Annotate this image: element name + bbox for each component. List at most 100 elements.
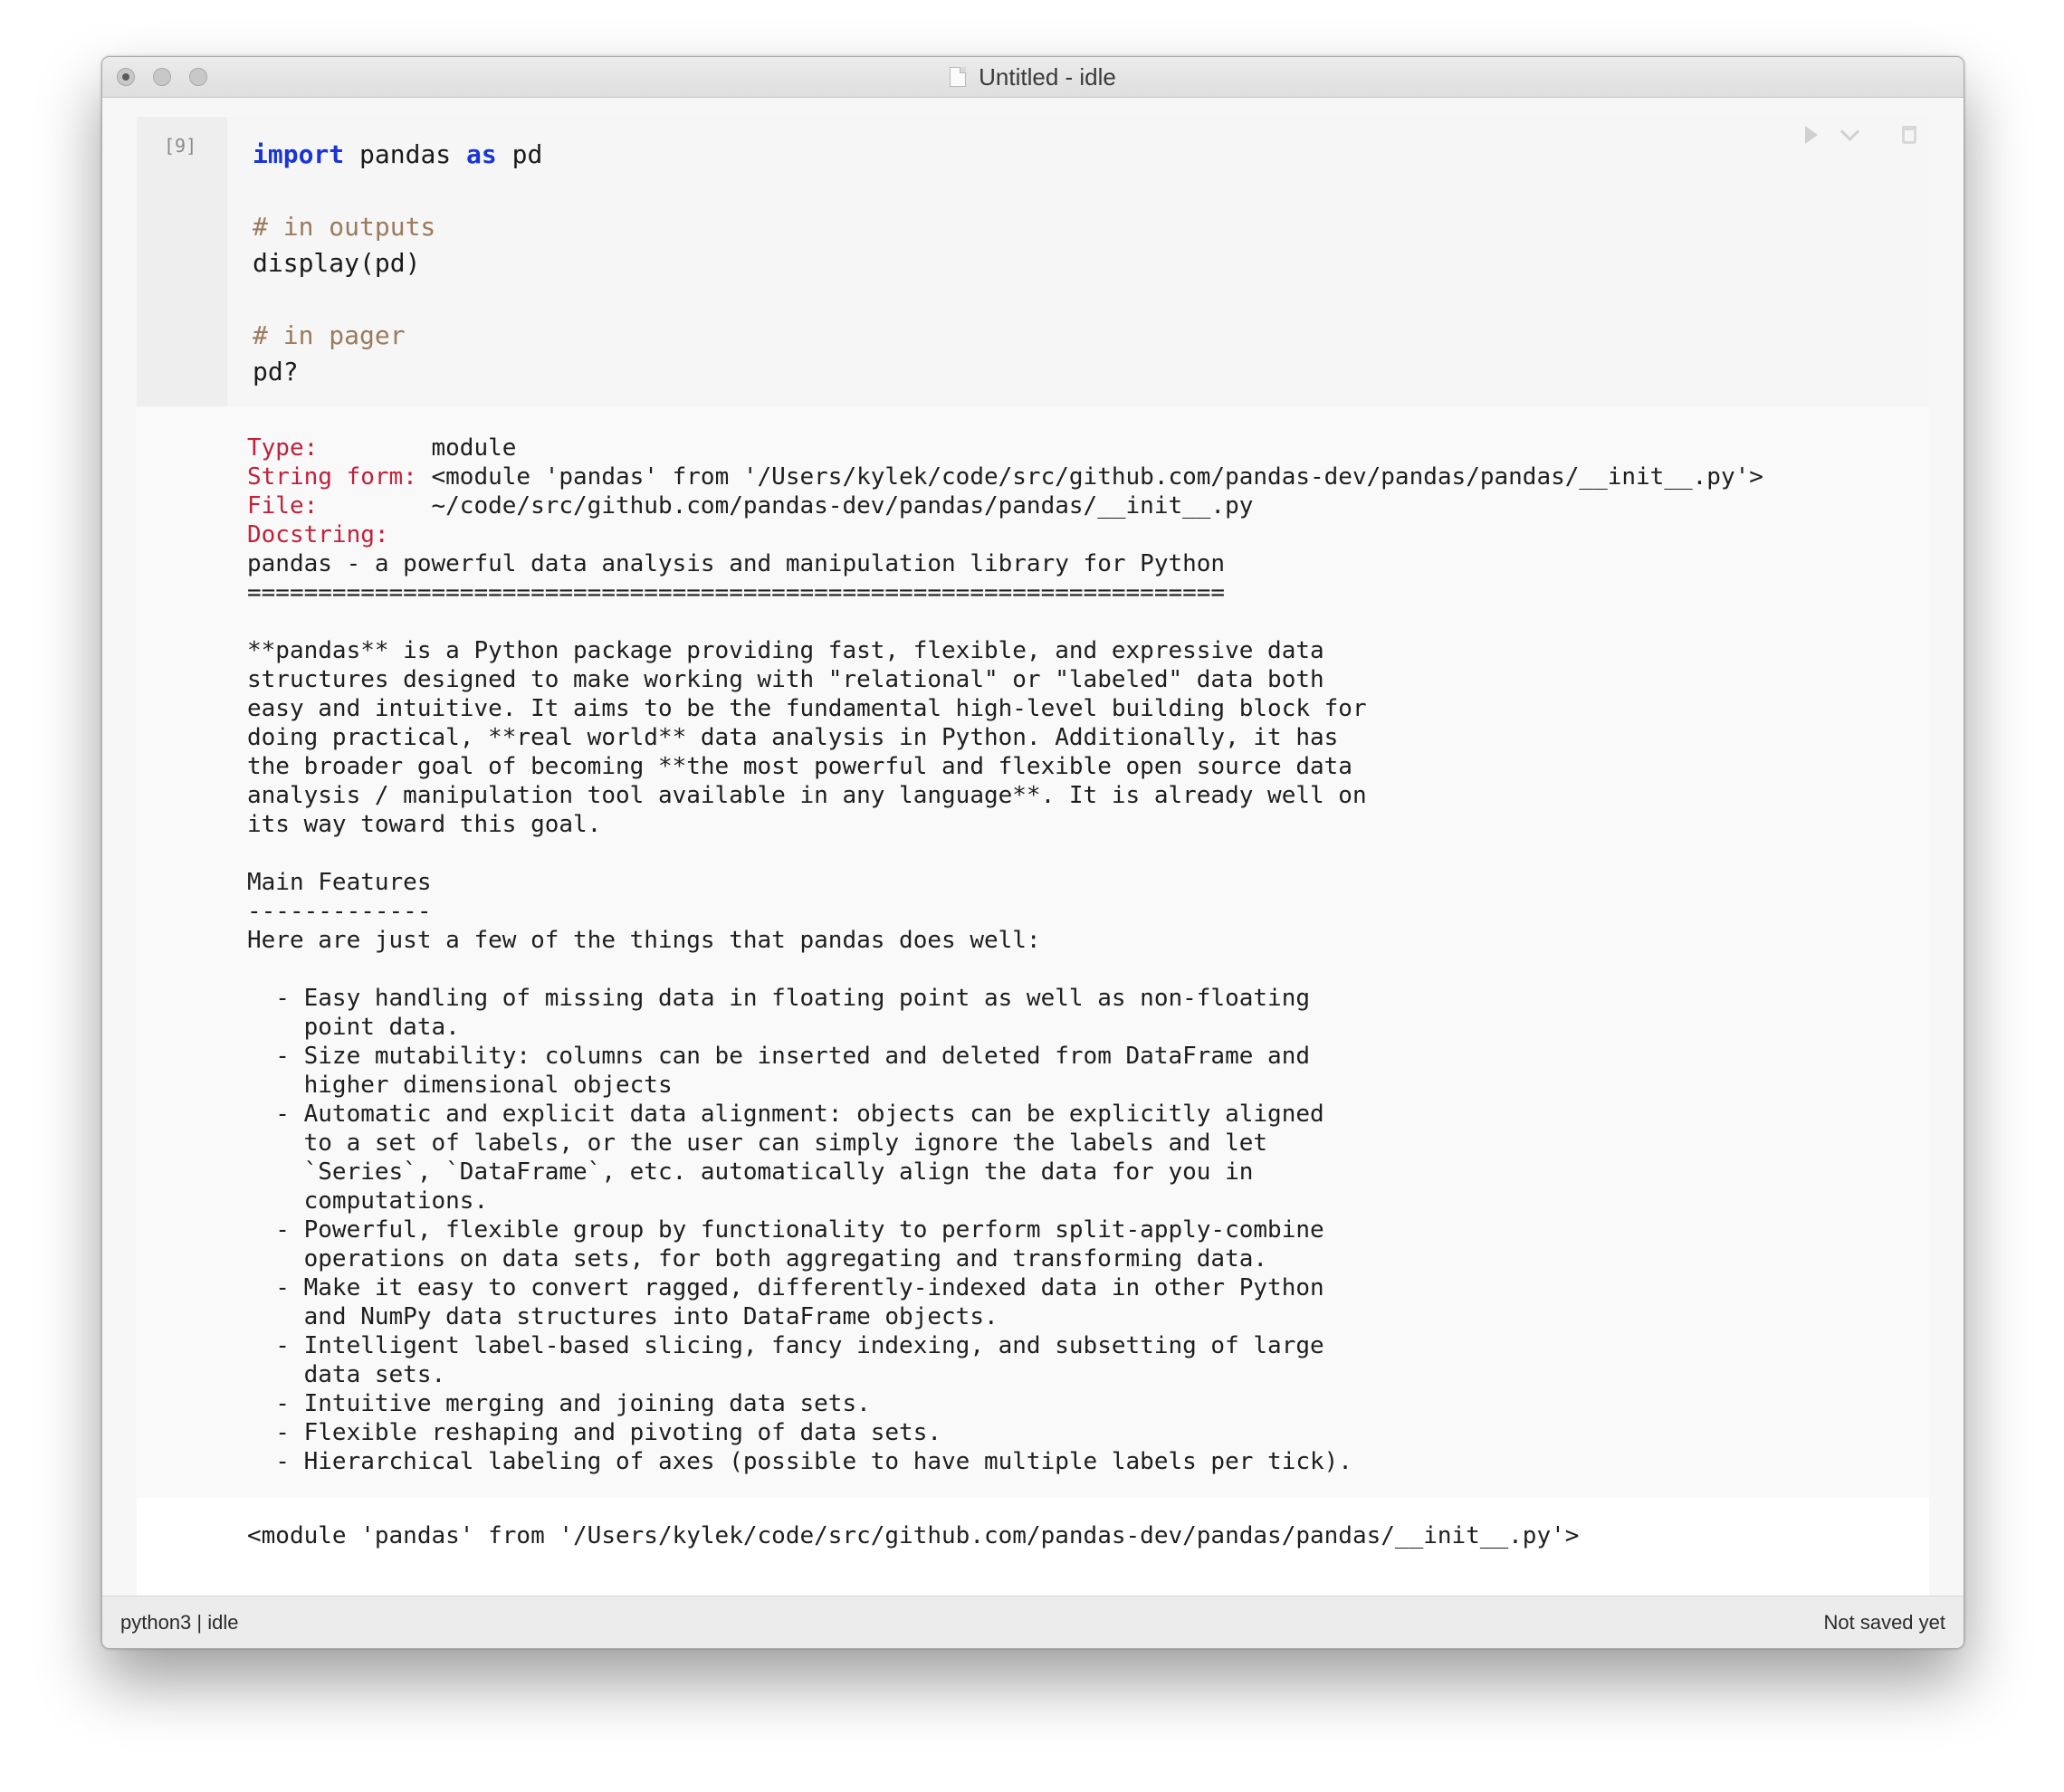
code-editor[interactable]: import pandas as pd # in outputs display(p… (227, 117, 1929, 406)
cell-prompt-gutter: [9] (137, 117, 227, 406)
pager-line: structures designed to make working with… (247, 665, 1763, 694)
pager-line-token: String form: (247, 463, 417, 491)
code-line-token: import (253, 139, 345, 169)
kernel-status: python3 | idle (120, 1611, 239, 1634)
pager-line-token: the broader goal of becoming **the most … (247, 753, 1352, 780)
pager-line: ------------- (247, 897, 1763, 926)
pager-line: - Flexible reshaping and pivoting of dat… (247, 1418, 1763, 1447)
pager-line-token: - Easy handling of missing data in float… (247, 985, 1310, 1012)
pager-line-token: structures designed to make working with… (247, 666, 1324, 693)
pager-line-token: Main Features (247, 869, 432, 896)
pager-line-token: - Powerful, flexible group by functional… (247, 1216, 1324, 1244)
trash-icon[interactable] (1902, 126, 1916, 144)
pager-line: - Intelligent label-based slicing, fancy… (247, 1331, 1763, 1360)
pager-line: String form: <module 'pandas' from '/Use… (247, 462, 1763, 491)
pager-line-token: data sets. (247, 1361, 446, 1388)
pager-line: to a set of labels, or the user can simp… (247, 1129, 1763, 1158)
pager-line-token: to a set of labels, or the user can simp… (247, 1130, 1268, 1157)
pager-output: Type: module String form: <module 'pandas… (137, 406, 1929, 1498)
pager-line-token: Type: (247, 434, 417, 462)
code-cell[interactable]: [9] import pandas as pd # in outputs displ… (137, 117, 1929, 1601)
pager-line: analysis / manipulation tool available i… (247, 781, 1763, 810)
pager-line-token: - Automatic and explicit data alignment:… (247, 1101, 1324, 1128)
pager-line-token: its way toward this goal. (247, 811, 602, 838)
code-line: display(pd) (253, 245, 542, 281)
pager-line-token: analysis / manipulation tool available i… (247, 782, 1367, 809)
pager-line (247, 839, 1763, 868)
pager-line-token: `Series`, `DataFrame`, etc. automaticall… (247, 1158, 1254, 1186)
document-icon (950, 67, 967, 87)
pager-line-token: Here are just a few of the things that p… (247, 927, 1041, 954)
status-bar: python3 | idle Not saved yet (102, 1596, 1964, 1648)
code-line-token: # in pager (253, 320, 406, 350)
pager-line-token: Docstring: (247, 521, 389, 548)
notebook-content[interactable]: [9] import pandas as pd # in outputs displ… (137, 117, 1929, 1646)
pager-line: Main Features (247, 868, 1763, 897)
code-line: import pandas as pd (253, 137, 542, 173)
pager-line-token: ------------- (247, 898, 432, 925)
code-line: # in outputs (253, 209, 542, 245)
pager-line-token: operations on data sets, for both aggreg… (247, 1245, 1268, 1273)
pager-line-token: and NumPy data structures into DataFrame… (247, 1303, 999, 1330)
pager-line-token: computations. (247, 1187, 489, 1215)
pager-line-token: ========================================… (247, 579, 1226, 606)
window-title: Untitled - idle (979, 62, 1116, 91)
pager-line: File: ~/code/src/github.com/pandas-dev/p… (247, 491, 1763, 520)
pager-line: - Powerful, flexible group by functional… (247, 1215, 1763, 1244)
pager-line: - Easy handling of missing data in float… (247, 984, 1763, 1013)
pager-line: - Automatic and explicit data alignment:… (247, 1100, 1763, 1129)
code-line-token: as (466, 139, 497, 169)
chevron-down-icon[interactable] (1839, 121, 1860, 141)
pager-text: Type: module String form: <module 'pandas… (247, 434, 1763, 1476)
display-output: <module 'pandas' from '/Users/kylek/code… (137, 1498, 1929, 1601)
pager-line: **pandas** is a Python package providing… (247, 636, 1763, 665)
cell-toolbar (1805, 121, 1916, 144)
title-bar: Untitled - idle (102, 57, 1964, 98)
pager-line-token: - Hierarchical labeling of axes (possibl… (247, 1448, 1352, 1475)
pager-line: - Make it easy to convert ragged, differ… (247, 1273, 1763, 1302)
pager-line-token: - Intelligent label-based slicing, fancy… (247, 1332, 1324, 1359)
pager-line-token: - Size mutability: columns can be insert… (247, 1043, 1310, 1070)
pager-line-token: File: (247, 492, 417, 519)
pager-line: Type: module (247, 434, 1763, 462)
pager-line: point data. (247, 1013, 1763, 1042)
pager-line-token: - Flexible reshaping and pivoting of dat… (247, 1419, 942, 1446)
display-output-text: <module 'pandas' from '/Users/kylek/code… (247, 1522, 1580, 1549)
code-line: # in pager (253, 318, 542, 354)
pager-line: `Series`, `DataFrame`, etc. automaticall… (247, 1158, 1763, 1187)
pager-line (247, 955, 1763, 984)
pager-line: and NumPy data structures into DataFrame… (247, 1302, 1763, 1331)
pager-line-token: <module 'pandas' from '/Users/kylek/code… (416, 463, 1763, 491)
play-icon[interactable] (1805, 126, 1818, 144)
pager-line-token: higher dimensional objects (247, 1072, 673, 1099)
pager-line: - Size mutability: columns can be insert… (247, 1042, 1763, 1071)
pager-line (247, 607, 1763, 636)
pager-line-token: easy and intuitive. It aims to be the fu… (247, 695, 1367, 722)
code-text[interactable]: import pandas as pd # in outputs display(p… (253, 137, 542, 390)
app-window: Untitled - idle [9] import pandas as pd #… (101, 56, 1964, 1649)
pager-line-token: pandas - a powerful data analysis and ma… (247, 550, 1226, 577)
pager-line: computations. (247, 1187, 1763, 1215)
pager-line: data sets. (247, 1360, 1763, 1389)
pager-line: doing practical, **real world** data ana… (247, 723, 1763, 752)
pager-line: Here are just a few of the things that p… (247, 926, 1763, 955)
save-status: Not saved yet (1823, 1611, 1945, 1634)
code-line-token: display(pd) (253, 248, 421, 278)
code-line-token: # in outputs (253, 212, 436, 242)
pager-line-token: - Intuitive merging and joining data set… (247, 1390, 871, 1417)
pager-line: operations on data sets, for both aggreg… (247, 1244, 1763, 1273)
pager-line: - Hierarchical labeling of axes (possibl… (247, 1447, 1763, 1476)
pager-line: higher dimensional objects (247, 1071, 1763, 1100)
pager-line: Docstring: (247, 520, 1763, 549)
pager-line: easy and intuitive. It aims to be the fu… (247, 694, 1763, 723)
pager-line: the broader goal of becoming **the most … (247, 752, 1763, 781)
pager-line-token: point data. (247, 1014, 460, 1041)
pager-line: its way toward this goal. (247, 810, 1763, 839)
code-line: pd? (253, 354, 542, 390)
pager-line-token: doing practical, **real world** data ana… (247, 724, 1339, 751)
pager-line-token: **pandas** is a Python package providing… (247, 637, 1324, 664)
pager-line-token: - Make it easy to convert ragged, differ… (247, 1274, 1324, 1301)
pager-line: pandas - a powerful data analysis and ma… (247, 549, 1763, 578)
